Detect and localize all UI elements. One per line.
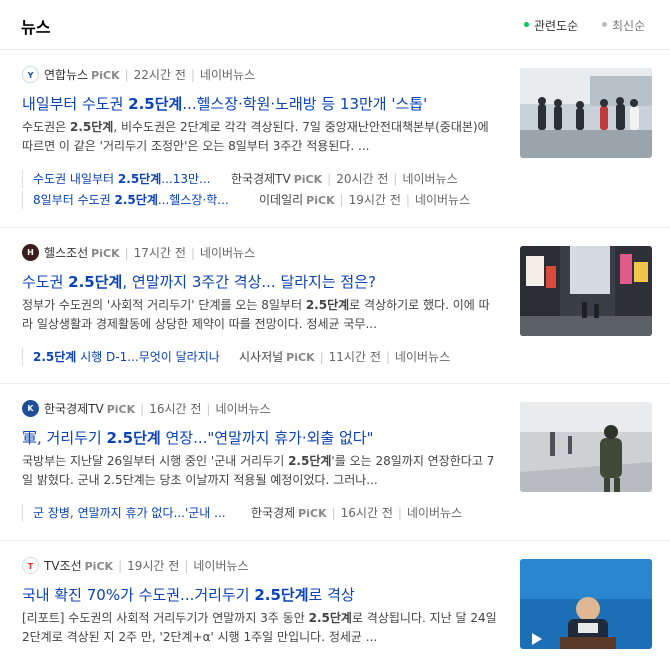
press-name[interactable]: 헬스조선 <box>44 246 88 260</box>
headline-text[interactable]: 軍, 거리두기 <box>22 429 107 447</box>
article-time: 22시간 전 <box>133 68 186 82</box>
desc-highlight: 2.5단계 <box>288 454 332 468</box>
pick-badge: PiCK <box>306 194 335 207</box>
article-thumbnail[interactable] <box>520 402 652 492</box>
headline-highlight[interactable]: 2.5단계 <box>107 429 161 447</box>
article-meta: T TV조선 PiCK | 19시간 전 | 네이버뉴스 <box>22 557 249 575</box>
related-press[interactable]: 한국경제TV <box>231 172 291 186</box>
article-thumbnail[interactable] <box>520 559 652 649</box>
headline-text[interactable]: 로 격상 <box>309 586 355 604</box>
pick-badge: PiCK <box>91 69 120 82</box>
press-logo-icon[interactable]: H <box>22 244 39 261</box>
article-description[interactable]: 정부가 수도권의 '사회적 거리두기' 단계를 오는 8일부터 2.5단계로 격… <box>22 296 498 334</box>
news-header: 뉴스 관련도순 최신순 <box>0 0 670 50</box>
sort-recent-button[interactable]: 최신순 <box>602 17 645 34</box>
desc-text: 국방부는 지난달 26일부터 시행 중인 '군내 거리두기 <box>22 454 289 468</box>
related-title[interactable]: 수도권 내일부터 2.5단계...13만... <box>33 170 223 187</box>
related-press[interactable]: 한국경제 <box>251 506 295 520</box>
press-logo-icon[interactable]: Y <box>22 66 39 83</box>
related-article[interactable]: 8일부터 수도권 2.5단계...헬스장·학... 이데일리 PiCK | 19시간 전… <box>22 191 492 209</box>
press-logo-icon[interactable]: T <box>22 557 39 574</box>
pick-badge: PiCK <box>84 560 114 573</box>
article-meta: H 헬스조선 PiCK | 17시간 전 | 네이버뉴스 <box>22 244 255 262</box>
article-description[interactable]: [리포트] 수도권의 사회적 거리두기가 연말까지 3주 동안 2.5단계로 격… <box>22 609 498 647</box>
headline-text[interactable]: 연장..."연말까지 휴가·외출 없다" <box>161 429 373 447</box>
related-time: 16시간 전 <box>340 506 393 520</box>
news-item: K 한국경제TV PiCK | 16시간 전 | 네이버뉴스 軍, 거리두기 2.5단계 연… <box>0 384 670 541</box>
related-article[interactable]: 군 장병, 연말까지 휴가 없다...'군내 ... 한국경제 PiCK | 16시간 … <box>22 504 492 522</box>
desc-highlight: 2.5단계 <box>308 611 352 625</box>
naver-news-link[interactable]: 네이버뉴스 <box>407 506 462 520</box>
active-dot-icon <box>524 22 529 27</box>
briefing-video-icon <box>520 559 652 649</box>
related-press[interactable]: 시사저널 <box>239 350 283 364</box>
desc-text: [리포트] 수도권의 사회적 거리두기가 연말까지 3주 동안 <box>22 611 309 625</box>
desc-highlight: 2.5단계 <box>305 298 350 312</box>
article-time: 16시간 전 <box>149 402 202 416</box>
naver-news-link[interactable]: 네이버뉴스 <box>200 68 255 82</box>
article-headline[interactable]: 軍, 거리두기 2.5단계 연장..."연말까지 휴가·외출 없다" <box>22 427 502 448</box>
pick-badge: PiCK <box>286 351 315 364</box>
article-headline[interactable]: 수도권 2.5단계, 연말까지 3주간 격상... 달라지는 점은? <box>22 271 502 292</box>
headline-text[interactable]: 수도권 <box>22 273 68 291</box>
headline-text[interactable]: ...헬스장·학원·노래방 등 13만개 '스톱' <box>182 95 427 113</box>
press-logo-icon[interactable]: K <box>22 400 39 417</box>
queue-photo-icon <box>520 68 652 158</box>
related-title[interactable]: 8일부터 수도권 2.5단계...헬스장·학... <box>33 191 251 208</box>
pick-badge: PiCK <box>298 507 327 520</box>
desc-highlight: 2.5단계 <box>69 120 114 134</box>
related-press[interactable]: 이데일리 <box>259 193 303 207</box>
naver-news-link[interactable]: 네이버뉴스 <box>215 402 270 416</box>
naver-news-link[interactable]: 네이버뉴스 <box>402 172 457 186</box>
related-time: 11시간 전 <box>328 350 381 364</box>
naver-news-link[interactable]: 네이버뉴스 <box>193 559 248 573</box>
pick-badge: PiCK <box>293 173 323 186</box>
related-title[interactable]: 군 장병, 연말까지 휴가 없다...'군내 ... <box>33 504 243 521</box>
article-description[interactable]: 국방부는 지난달 26일부터 시행 중인 '군내 거리두기 2.5단계'를 오는… <box>22 452 498 490</box>
related-time: 19시간 전 <box>348 193 401 207</box>
related-article[interactable]: 수도권 내일부터 2.5단계...13만... 한국경제TV PiCK | 20시간 전… <box>22 170 492 188</box>
street-photo-icon <box>520 246 652 336</box>
naver-news-link[interactable]: 네이버뉴스 <box>200 246 255 260</box>
sort-relevance-button[interactable]: 관련도순 <box>524 17 578 34</box>
naver-news-link[interactable]: 네이버뉴스 <box>395 350 450 364</box>
news-item: H 헬스조선 PiCK | 17시간 전 | 네이버뉴스 수도권 2.5단계, 연말까지 3… <box>0 228 670 384</box>
article-time: 17시간 전 <box>133 246 186 260</box>
related-time: 20시간 전 <box>336 172 389 186</box>
article-headline[interactable]: 국내 확진 70%가 수도권...거리두기 2.5단계로 격상 <box>22 584 502 605</box>
pick-badge: PiCK <box>91 247 120 260</box>
headline-highlight[interactable]: 2.5단계 <box>254 586 308 604</box>
article-time: 19시간 전 <box>127 559 180 573</box>
news-item: T TV조선 PiCK | 19시간 전 | 네이버뉴스 국내 확진 70%가 수도권...… <box>0 541 670 663</box>
desc-text: 정부가 수도권의 '사회적 거리두기' 단계를 오는 8일부터 <box>22 298 306 312</box>
desc-text: 수도권은 <box>22 120 70 134</box>
news-item: Y 연합뉴스 PiCK | 22시간 전 | 네이버뉴스 내일부터 수도권 2.5단계...… <box>0 50 670 228</box>
press-name[interactable]: 연합뉴스 <box>44 68 88 82</box>
sort-recent-label: 최신순 <box>612 19 646 33</box>
article-thumbnail[interactable] <box>520 68 652 158</box>
headline-text[interactable]: 국내 확진 70%가 수도권...거리두기 <box>22 586 254 604</box>
headline-highlight[interactable]: 2.5단계 <box>128 95 182 113</box>
soldier-photo-icon <box>520 402 652 492</box>
section-title: 뉴스 <box>21 18 51 37</box>
article-meta: K 한국경제TV PiCK | 16시간 전 | 네이버뉴스 <box>22 400 271 418</box>
headline-highlight[interactable]: 2.5단계 <box>68 273 122 291</box>
naver-news-link[interactable]: 네이버뉴스 <box>415 193 470 207</box>
article-description[interactable]: 수도권은 2.5단계, 비수도권은 2단계로 각각 격상된다. 7일 중앙재난안… <box>22 118 498 156</box>
related-title[interactable]: 2.5단계 시행 D-1...무엇이 달라지나 <box>33 348 231 365</box>
article-meta: Y 연합뉴스 PiCK | 22시간 전 | 네이버뉴스 <box>22 66 255 84</box>
press-name[interactable]: TV조선 <box>44 559 82 573</box>
press-name[interactable]: 한국경제TV <box>44 402 104 416</box>
headline-text[interactable]: , 연말까지 3주간 격상... 달라지는 점은? <box>122 273 376 291</box>
sort-relevance-label: 관련도순 <box>534 19 579 33</box>
inactive-dot-icon <box>602 22 607 27</box>
related-article[interactable]: 2.5단계 시행 D-1...무엇이 달라지나 시사저널 PiCK | 11시간 전 | 네… <box>22 348 492 366</box>
headline-text[interactable]: 내일부터 수도권 <box>22 95 128 113</box>
article-headline[interactable]: 내일부터 수도권 2.5단계...헬스장·학원·노래방 등 13만개 '스톱' <box>22 93 502 114</box>
pick-badge: PiCK <box>106 403 136 416</box>
article-thumbnail[interactable] <box>520 246 652 336</box>
